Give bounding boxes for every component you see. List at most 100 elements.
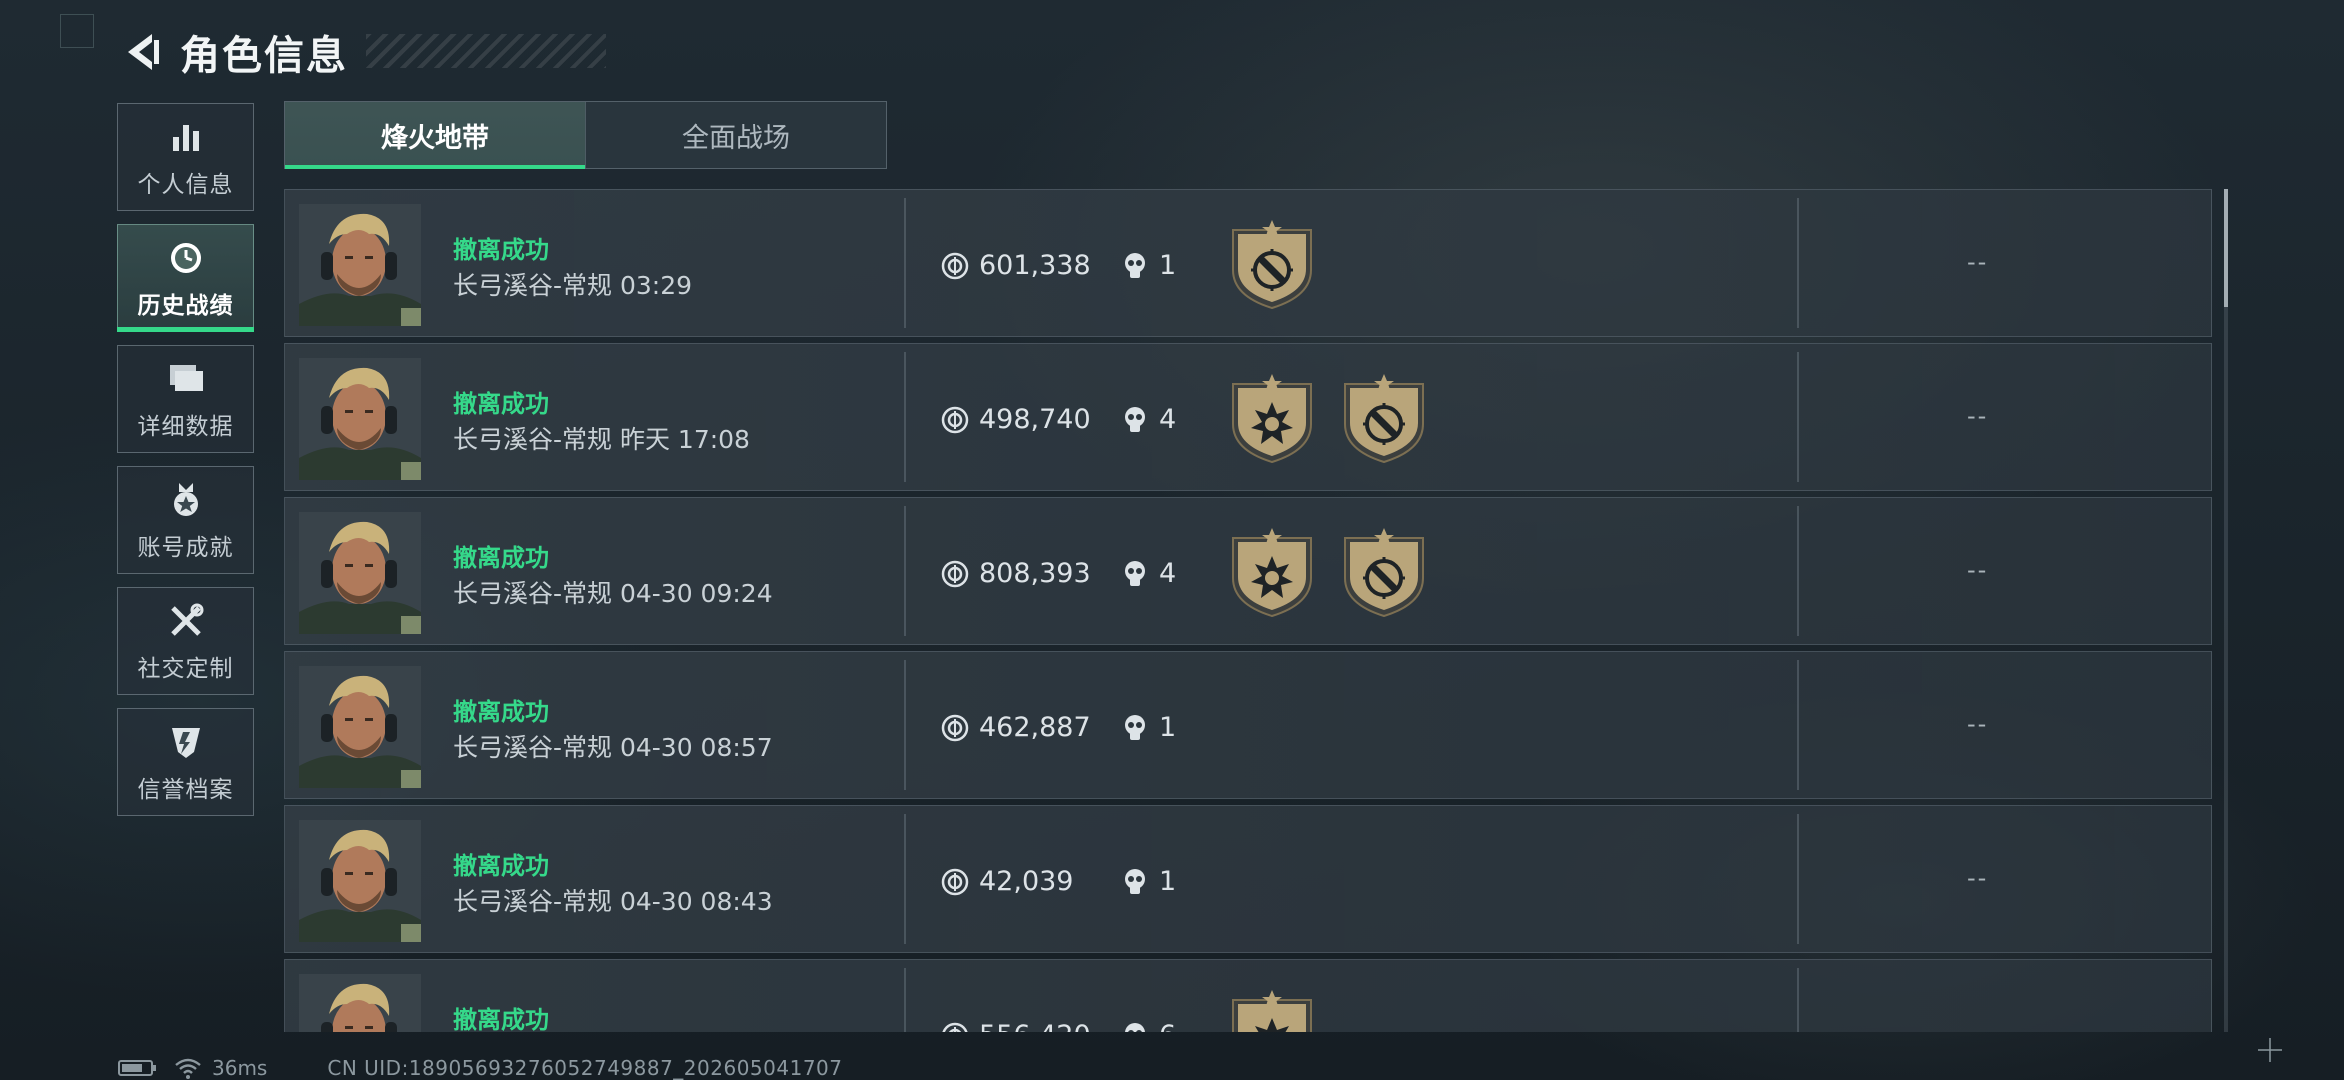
match-history-list[interactable]: 撤离成功 长弓溪谷-常规 03:29 601,338 1 -- 撤离成功 长弓溪谷-常规 昨… — [284, 189, 2212, 1032]
sidebar-item-label: 账号成就 — [137, 535, 234, 561]
skull-icon — [1125, 868, 1145, 894]
value-amount: 556,420 — [979, 1020, 1091, 1032]
tab-1[interactable]: 烽火地带 — [285, 102, 585, 169]
operator-portrait — [299, 974, 421, 1032]
divider — [904, 968, 906, 1032]
burst-medal-icon — [1232, 528, 1312, 618]
value-stat: 556,420 — [941, 1020, 1091, 1032]
operator-portrait — [299, 358, 421, 480]
medal-list — [1227, 372, 1429, 464]
burst-medal-icon — [1232, 374, 1312, 464]
match-record-row[interactable]: 撤离成功 556,420 6 -- — [284, 959, 2212, 1032]
skull-icon — [1125, 252, 1145, 278]
extra-info: -- — [1967, 710, 1989, 738]
folder-icon — [164, 357, 208, 401]
kill-stat: 1 — [1123, 712, 1176, 743]
scrollbar-thumb[interactable] — [2224, 189, 2228, 307]
extra-info: -- — [1967, 402, 1989, 430]
value-amount: 42,039 — [979, 866, 1074, 897]
back-arrow-icon — [128, 34, 159, 70]
sidebar-item-1[interactable]: 个人信息 — [117, 103, 254, 211]
coin-icon — [941, 868, 969, 895]
sidebar-item-4[interactable]: 账号成就 — [117, 466, 254, 574]
skull-icon — [1125, 560, 1145, 586]
sidebar-item-2[interactable]: 历史战绩 — [117, 224, 254, 332]
coin-icon — [941, 560, 969, 587]
map-mode-time: 长弓溪谷-常规 昨天 17:08 — [453, 425, 750, 454]
value-stat: 808,393 — [941, 558, 1091, 589]
divider — [1797, 352, 1799, 482]
sidebar-item-5[interactable]: 社交定制 — [117, 587, 254, 695]
match-record-row[interactable]: 撤离成功 长弓溪谷-常规 03:29 601,338 1 -- — [284, 189, 2212, 337]
match-record-row[interactable]: 撤离成功长弓溪谷-常规 昨天 17:08 498,740 4 -- — [284, 343, 2212, 491]
operator-portrait — [299, 666, 421, 788]
map-mode-time: 长弓溪谷-常规 04-30 08:57 — [453, 733, 773, 762]
map-mode-time: 长弓溪谷-常规 04-30 08:43 — [453, 887, 773, 916]
value-amount: 498,740 — [979, 404, 1091, 435]
operator-portrait — [299, 512, 421, 634]
operator-avatar — [299, 666, 421, 788]
operator-avatar — [299, 820, 421, 942]
divider — [1797, 506, 1799, 636]
match-record-row[interactable]: 撤离成功 长弓溪谷-常规 04-30 08:43 42,039 1 -- — [284, 805, 2212, 953]
kill-stat: 6 — [1123, 1020, 1176, 1032]
target-medal-icon — [1344, 374, 1424, 464]
user-uid: CN UID:18905693276052749887_202605041707 — [327, 1056, 843, 1080]
value-amount: 601,338 — [979, 250, 1091, 281]
divider — [904, 198, 906, 328]
medal-icon — [164, 478, 208, 522]
status-footer: 36ms CN UID:18905693276052749887_2026050… — [118, 1056, 843, 1080]
tab-2[interactable]: 全面战场 — [585, 102, 886, 168]
kill-count: 4 — [1159, 558, 1177, 589]
extraction-status: 撤离成功 — [453, 390, 549, 418]
skull-icon — [1125, 406, 1145, 432]
coin-icon — [941, 252, 969, 279]
operator-avatar — [299, 974, 421, 1032]
divider — [904, 814, 906, 944]
coin-icon — [941, 714, 969, 741]
sidebar-item-6[interactable]: 信誉档案 — [117, 708, 254, 816]
medal-list — [1227, 526, 1429, 618]
operator-avatar — [299, 204, 421, 326]
kill-count: 1 — [1159, 712, 1177, 743]
extraction-status: 撤离成功 — [453, 1006, 549, 1032]
page-title: 角色信息 — [180, 33, 348, 79]
value-stat: 498,740 — [941, 404, 1091, 435]
value-amount: 808,393 — [979, 558, 1091, 589]
title-block: 角色信息 — [176, 20, 606, 84]
clock-icon — [164, 236, 208, 280]
kill-count: 1 — [1159, 250, 1177, 281]
divider — [1797, 968, 1799, 1032]
header: 角色信息 — [112, 20, 606, 84]
extraction-status: 撤离成功 — [453, 236, 549, 264]
skull-icon — [1125, 714, 1145, 740]
match-record-row[interactable]: 撤离成功长弓溪谷-常规 04-30 08:57 462,887 1 -- — [284, 651, 2212, 799]
match-record-row[interactable]: 撤离成功长弓溪谷-常规 04-30 09:24 808,393 4 -- — [284, 497, 2212, 645]
crosshair-icon — [2258, 1038, 2282, 1062]
value-stat: 601,338 — [941, 250, 1091, 281]
divider — [904, 506, 906, 636]
coin-icon — [941, 406, 969, 433]
divider — [1797, 814, 1799, 944]
sidebar-item-3[interactable]: 详细数据 — [117, 345, 254, 453]
side-navigation: 个人信息历史战绩详细数据账号成就社交定制信誉档案 — [117, 103, 254, 829]
back-button[interactable] — [112, 20, 176, 84]
map-mode-time: 长弓溪谷-常规 04-30 09:24 — [453, 579, 773, 608]
kill-count: 4 — [1159, 404, 1177, 435]
extraction-status: 撤离成功 — [453, 544, 549, 572]
sidebar-item-label: 详细数据 — [137, 414, 234, 440]
extraction-status: 撤离成功 — [453, 698, 549, 726]
value-amount: 462,887 — [979, 712, 1091, 743]
kill-stat: 1 — [1123, 250, 1176, 281]
burst-medal-icon — [1232, 990, 1312, 1032]
medal-list — [1227, 988, 1317, 1032]
divider — [1797, 198, 1799, 328]
tools-icon — [164, 599, 208, 643]
extra-info: -- — [1967, 556, 1989, 584]
kill-count: 6 — [1159, 1020, 1176, 1032]
sidebar-item-label: 个人信息 — [137, 172, 234, 198]
extraction-status: 撤离成功 — [453, 852, 549, 880]
extra-info: -- — [1967, 248, 1989, 276]
ping-readout: 36ms — [212, 1056, 268, 1080]
scrollbar[interactable] — [2224, 189, 2228, 1032]
